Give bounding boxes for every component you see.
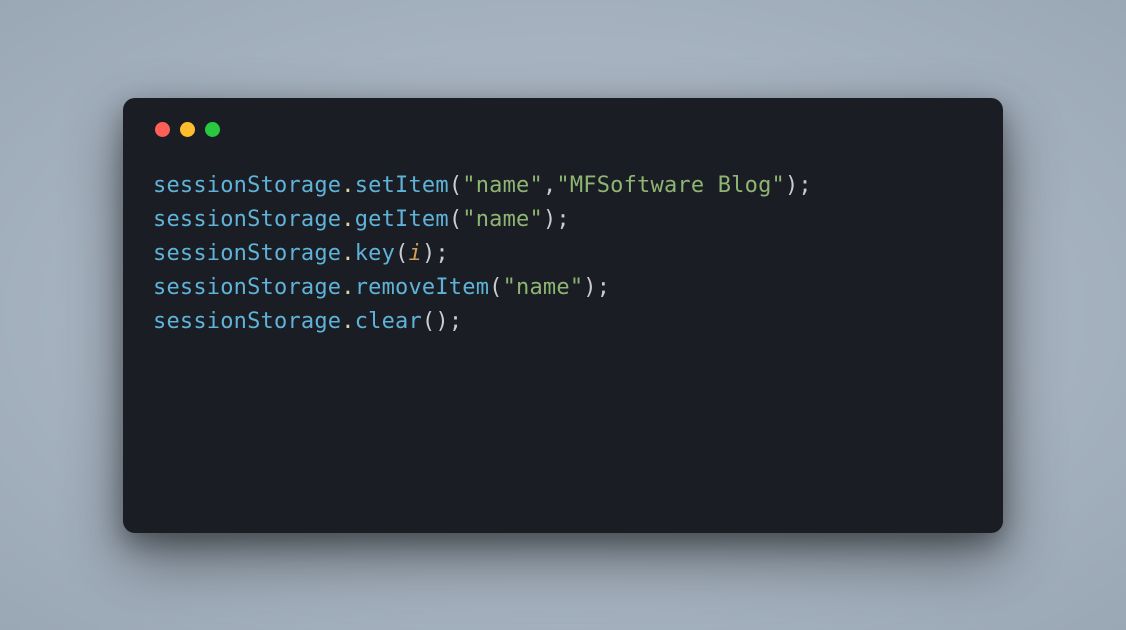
semicolon: ;	[597, 275, 610, 300]
close-paren: )	[422, 241, 435, 266]
close-paren: )	[583, 275, 596, 300]
dot-operator: .	[341, 275, 354, 300]
code-line: sessionStorage.setItem("name","MFSoftwar…	[153, 169, 973, 203]
object-name: sessionStorage	[153, 173, 341, 198]
code-window: sessionStorage.setItem("name","MFSoftwar…	[123, 98, 1003, 533]
close-paren: )	[785, 173, 798, 198]
string-literal: "MFSoftware Blog"	[556, 173, 785, 198]
object-name: sessionStorage	[153, 241, 341, 266]
comma: ,	[543, 173, 556, 198]
method-name: getItem	[355, 207, 449, 232]
dot-operator: .	[341, 207, 354, 232]
dot-operator: .	[341, 309, 354, 334]
string-literal: "name"	[462, 207, 543, 232]
identifier: i	[408, 241, 421, 266]
open-paren: (	[449, 173, 462, 198]
open-paren: (	[395, 241, 408, 266]
close-paren: )	[543, 207, 556, 232]
object-name: sessionStorage	[153, 207, 341, 232]
semicolon: ;	[798, 173, 811, 198]
code-block: sessionStorage.setItem("name","MFSoftwar…	[153, 169, 973, 339]
method-name: removeItem	[355, 275, 489, 300]
code-line: sessionStorage.key(i);	[153, 237, 973, 271]
semicolon: ;	[449, 309, 462, 334]
code-line: sessionStorage.clear();	[153, 305, 973, 339]
close-paren: )	[435, 309, 448, 334]
object-name: sessionStorage	[153, 275, 341, 300]
method-name: key	[355, 241, 395, 266]
zoom-icon[interactable]	[205, 122, 220, 137]
code-line: sessionStorage.getItem("name");	[153, 203, 973, 237]
open-paren: (	[422, 309, 435, 334]
semicolon: ;	[556, 207, 569, 232]
object-name: sessionStorage	[153, 309, 341, 334]
minimize-icon[interactable]	[180, 122, 195, 137]
open-paren: (	[449, 207, 462, 232]
code-line: sessionStorage.removeItem("name");	[153, 271, 973, 305]
string-literal: "name"	[503, 275, 584, 300]
traffic-lights	[153, 122, 973, 137]
dot-operator: .	[341, 173, 354, 198]
method-name: clear	[355, 309, 422, 334]
close-icon[interactable]	[155, 122, 170, 137]
method-name: setItem	[355, 173, 449, 198]
dot-operator: .	[341, 241, 354, 266]
open-paren: (	[489, 275, 502, 300]
semicolon: ;	[435, 241, 448, 266]
string-literal: "name"	[462, 173, 543, 198]
